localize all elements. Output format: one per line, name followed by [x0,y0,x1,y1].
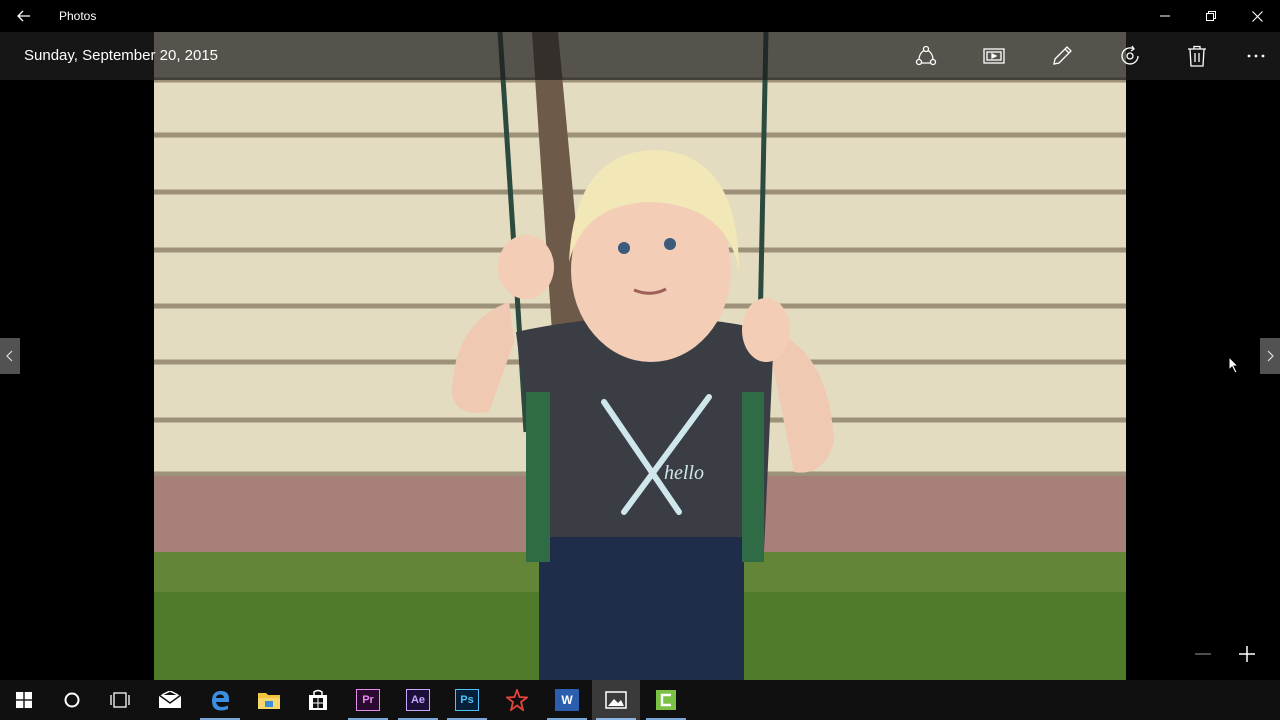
title-bar: Photos [0,0,1280,32]
slideshow-icon [983,48,1005,64]
taskbar-mail[interactable] [146,680,194,720]
chevron-right-icon [1267,350,1274,362]
photo-illustration: hello [154,32,1126,680]
app-title: Photos [59,9,97,23]
zoom-out-button[interactable] [1189,640,1217,668]
restore-icon [1206,11,1216,21]
taskbar-app-red-star[interactable] [493,680,541,720]
edge-icon [212,691,229,711]
photos-icon [605,691,627,709]
more-button[interactable] [1236,36,1276,76]
edit-button[interactable] [1042,36,1082,76]
taskbar: Pr Ae Ps W [0,680,1280,720]
restore-button[interactable] [1188,0,1234,32]
taskbar-photos[interactable] [592,680,640,720]
share-icon [915,45,937,66]
delete-button[interactable] [1177,36,1217,76]
pencil-icon [1053,46,1072,65]
photoshop-icon: Ps [455,689,479,711]
back-button[interactable] [8,0,40,32]
task-view-button[interactable] [96,680,144,720]
red-star-icon [506,689,528,711]
taskbar-file-explorer[interactable] [245,680,293,720]
back-arrow-icon [17,10,30,22]
rotate-button[interactable] [1110,36,1150,76]
shirt-text: hello [664,462,704,484]
close-button[interactable] [1234,0,1280,32]
plus-icon [1239,646,1255,662]
photo-image[interactable]: hello [154,32,1126,680]
after-effects-icon: Ae [406,689,430,711]
premiere-icon: Pr [356,689,380,711]
taskbar-after-effects[interactable]: Ae [394,680,442,720]
taskbar-store[interactable] [294,680,342,720]
rotate-icon [1121,45,1139,65]
cortana-button[interactable] [48,680,96,720]
taskbar-camtasia[interactable] [642,680,690,720]
taskbar-photoshop[interactable]: Ps [443,680,491,720]
word-icon: W [555,689,579,711]
start-button[interactable] [0,680,48,720]
minimize-icon [1160,15,1170,17]
photo-date: Sunday, September 20, 2015 [24,47,219,64]
slideshow-button[interactable] [974,36,1014,76]
trash-icon [1188,45,1206,67]
photo-viewer: hello [0,32,1280,680]
share-button[interactable] [906,36,946,76]
mouse-cursor-icon [1228,356,1240,374]
more-icon [1247,54,1265,58]
minus-icon [1195,653,1211,655]
store-icon [309,689,327,710]
minimize-button[interactable] [1142,0,1188,32]
folder-icon [258,693,280,709]
previous-photo-button[interactable] [0,338,20,374]
next-photo-button[interactable] [1260,338,1280,374]
close-icon [1251,10,1263,22]
chevron-left-icon [6,350,13,362]
mail-icon [158,691,182,708]
windows-logo-icon [16,692,32,708]
task-view-icon [110,692,130,708]
taskbar-premiere[interactable]: Pr [344,680,392,720]
taskbar-edge[interactable] [196,680,244,720]
camtasia-icon [656,690,676,710]
cortana-icon [64,692,80,708]
command-bar: Sunday, September 20, 2015 [0,32,1280,80]
taskbar-word[interactable]: W [543,680,591,720]
zoom-in-button[interactable] [1233,640,1261,668]
